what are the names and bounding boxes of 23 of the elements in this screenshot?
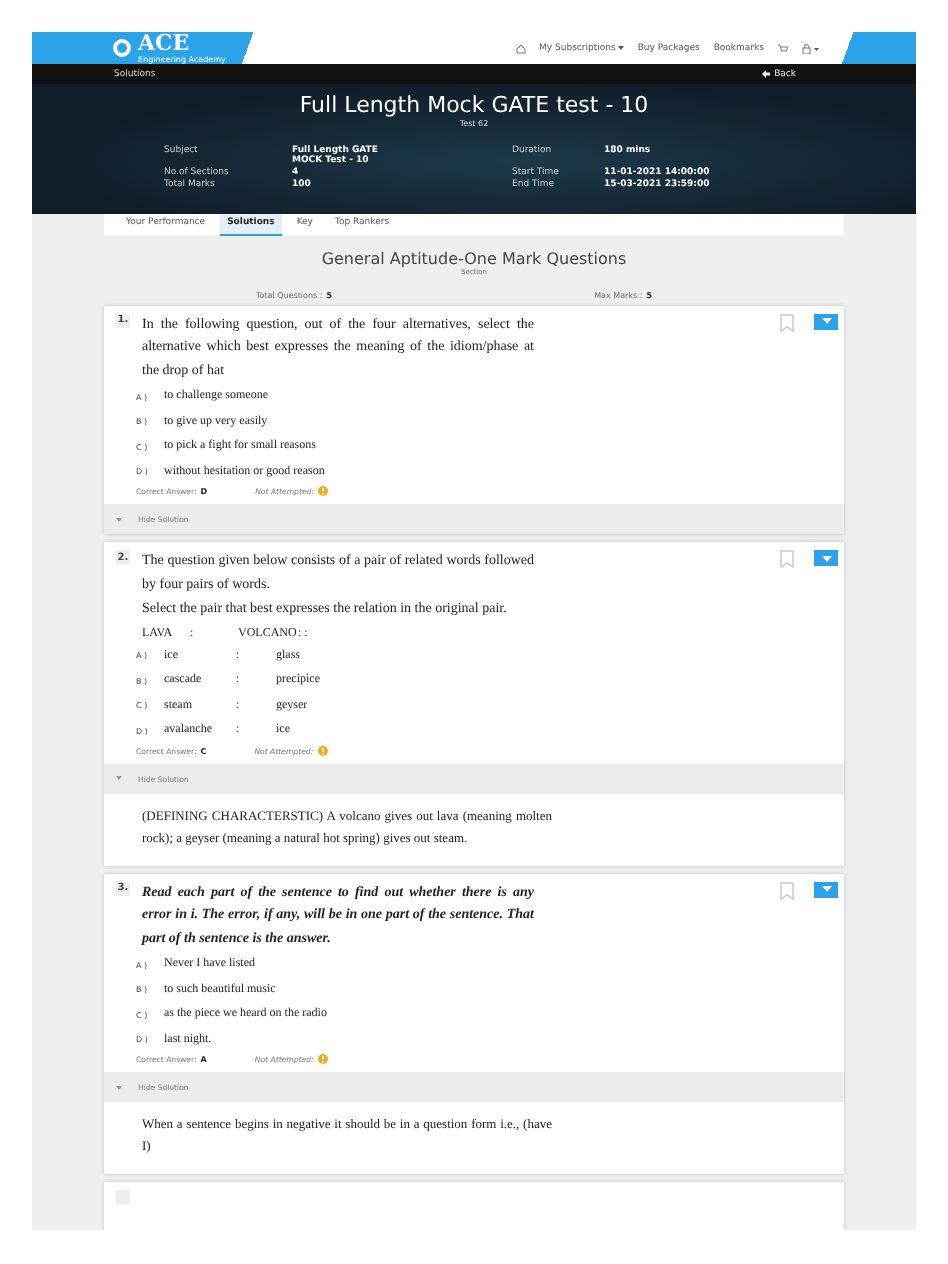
caret-icon [821, 886, 831, 892]
warning-icon [317, 1054, 328, 1064]
warning-icon [318, 486, 328, 496]
caret-icon [116, 1085, 122, 1089]
section-title: General Aptitude-One Mark Questions [319, 249, 629, 267]
language-button[interactable] [814, 550, 838, 566]
home-icon[interactable] [515, 43, 526, 54]
bookmark-icon[interactable] [780, 881, 794, 899]
language-button[interactable] [814, 881, 838, 897]
bookmark-icon[interactable] [780, 550, 794, 568]
caret-icon [116, 776, 122, 780]
cart-icon[interactable] [778, 43, 788, 54]
warning-icon [317, 745, 328, 755]
caret-icon [821, 318, 831, 324]
logo-text: ACE [138, 32, 190, 55]
back-arrow-icon [762, 70, 771, 79]
bookmark-icon[interactable] [780, 313, 794, 331]
language-button[interactable] [814, 313, 838, 329]
caret-icon [116, 517, 122, 521]
user-menu-icon[interactable] [802, 43, 820, 54]
logo-icon [112, 38, 132, 59]
caret-icon [821, 555, 831, 561]
test-title: Full Length Mock GATE test - 10 [299, 92, 649, 119]
